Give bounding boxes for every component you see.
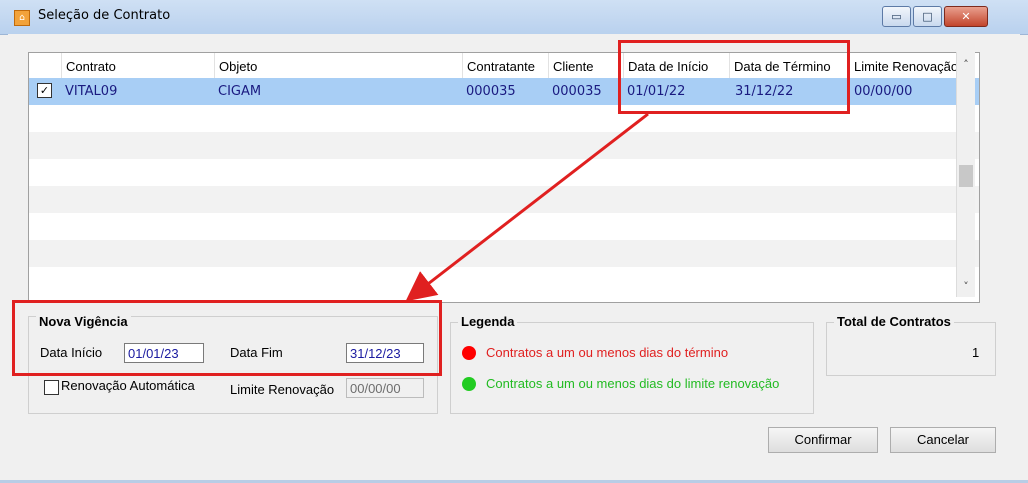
scroll-up-icon[interactable]: ˄ bbox=[957, 56, 975, 74]
data-fim-label: Data Fim bbox=[230, 345, 283, 360]
confirmar-button[interactable]: Confirmar bbox=[768, 427, 878, 453]
close-button[interactable]: ✕ bbox=[944, 6, 988, 27]
window-title: Seleção de Contrato bbox=[38, 8, 171, 23]
app-icon: ⌂ bbox=[14, 10, 30, 26]
highlight-vigencia-box bbox=[12, 300, 442, 376]
dialog-body: Contrato Objeto Contratante Cliente Data… bbox=[8, 34, 1020, 483]
total-contratos-group bbox=[826, 322, 996, 376]
empty-row bbox=[29, 186, 979, 213]
cell-contrato: VITAL09 bbox=[65, 84, 118, 99]
legend-item-termino: Contratos a um ou menos dias do término bbox=[486, 345, 729, 360]
row-checkbox[interactable]: ✓ bbox=[37, 83, 52, 98]
renovacao-automatica-checkbox[interactable] bbox=[44, 380, 59, 395]
empty-row bbox=[29, 159, 979, 186]
cell-contratante: 000035 bbox=[466, 84, 516, 99]
legenda-title: Legenda bbox=[458, 314, 518, 329]
total-contratos-title: Total de Contratos bbox=[834, 314, 954, 329]
limite-renovacao-label: Limite Renovação bbox=[230, 382, 335, 397]
col-contrato[interactable]: Contrato bbox=[61, 53, 116, 78]
cell-cliente: 000035 bbox=[552, 84, 602, 99]
cell-limite-renovacao: 00/00/00 bbox=[854, 84, 913, 99]
minimize-button[interactable]: ▭ bbox=[882, 6, 911, 27]
col-objeto[interactable]: Objeto bbox=[214, 53, 257, 78]
empty-row bbox=[29, 213, 979, 240]
renovacao-automatica-label[interactable]: Renovação Automática bbox=[61, 378, 195, 393]
scroll-down-icon[interactable]: ˅ bbox=[957, 278, 975, 296]
data-inicio-label: Data Início bbox=[40, 345, 103, 360]
title-bar: ⌂ Seleção de Contrato ▭ □ ✕ bbox=[0, 0, 1028, 35]
scroll-thumb[interactable] bbox=[959, 165, 973, 187]
col-limite-renovacao[interactable]: Limite Renovação bbox=[849, 53, 958, 78]
red-status-icon bbox=[462, 346, 476, 360]
limite-renovacao-field: 00/00/00 bbox=[346, 378, 424, 398]
empty-row bbox=[29, 240, 979, 267]
total-contratos-value: 1 bbox=[972, 345, 980, 360]
col-cliente[interactable]: Cliente bbox=[548, 53, 593, 78]
legend-item-limite: Contratos a um ou menos dias do limite r… bbox=[486, 376, 780, 391]
empty-row bbox=[29, 132, 979, 159]
data-fim-field[interactable]: 31/12/23 bbox=[346, 343, 424, 363]
col-contratante[interactable]: Contratante bbox=[462, 53, 535, 78]
highlight-dates-box bbox=[618, 40, 850, 114]
green-status-icon bbox=[462, 377, 476, 391]
grid-scrollbar[interactable]: ˄ ˅ bbox=[956, 52, 975, 297]
maximize-button[interactable]: □ bbox=[913, 6, 942, 27]
cell-objeto: CIGAM bbox=[218, 84, 262, 99]
legenda-group bbox=[450, 322, 814, 414]
cancelar-button[interactable]: Cancelar bbox=[890, 427, 996, 453]
empty-row bbox=[29, 267, 979, 294]
data-inicio-field[interactable]: 01/01/23 bbox=[124, 343, 204, 363]
